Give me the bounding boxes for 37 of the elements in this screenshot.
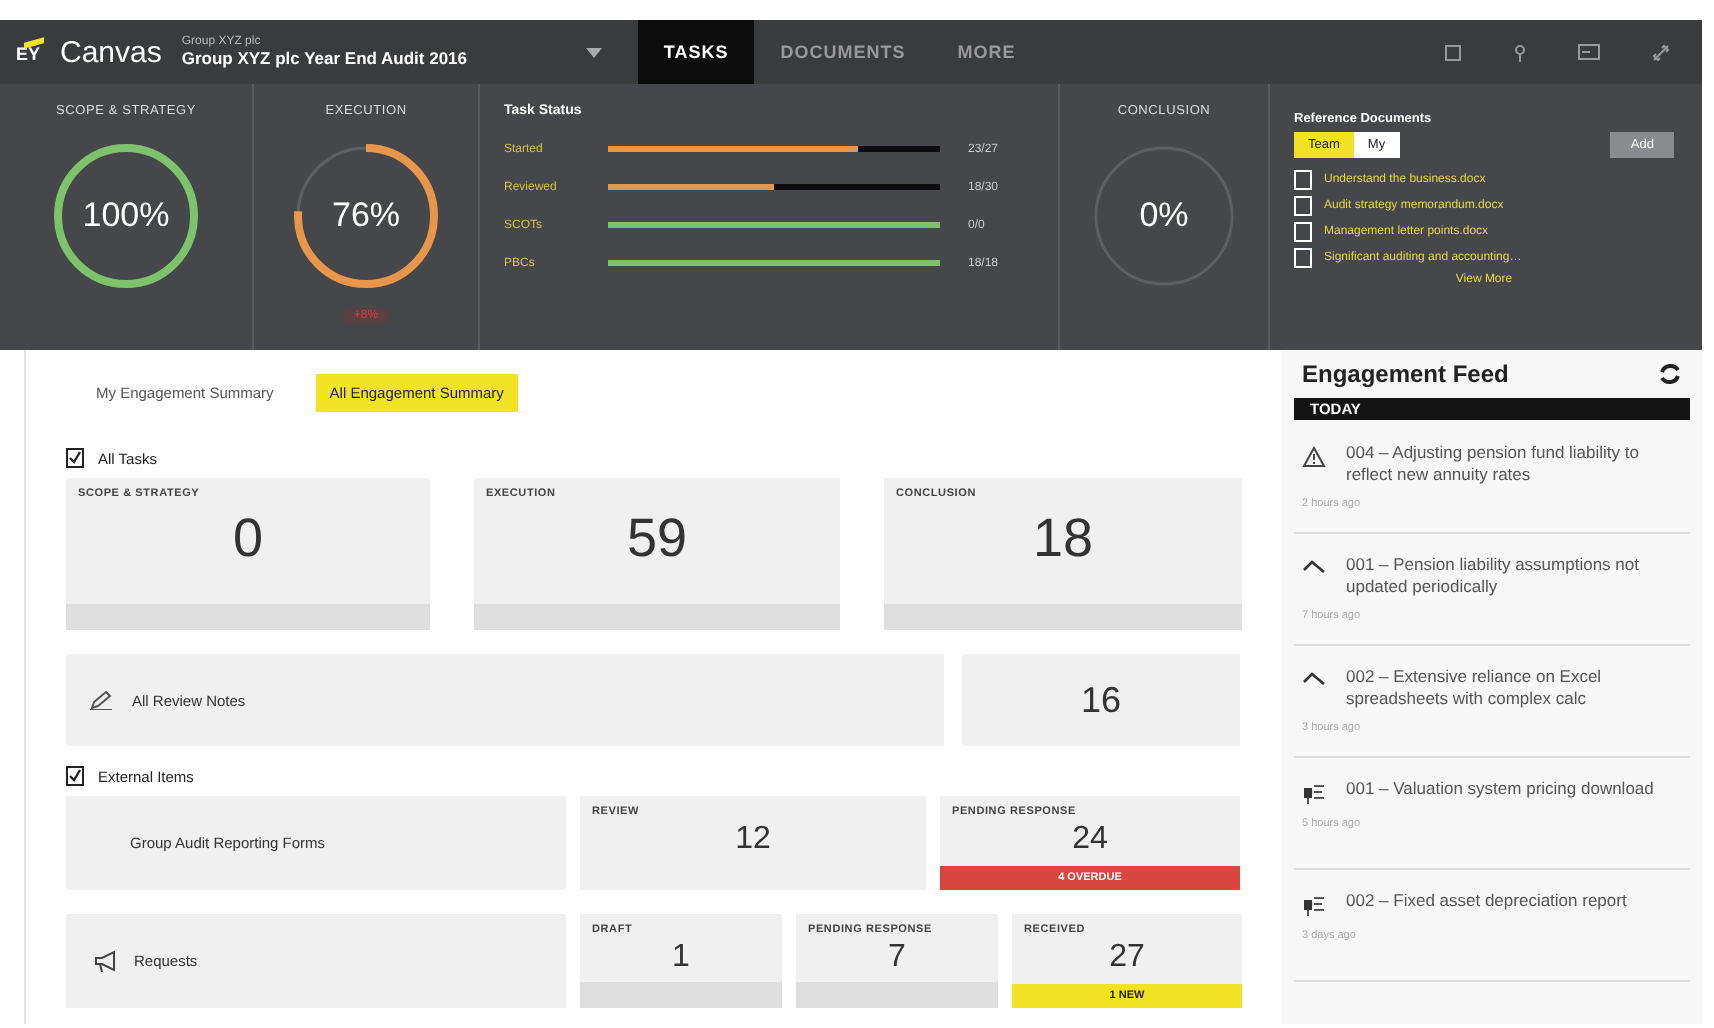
- percent-value: 0%: [1137, 196, 1191, 236]
- percent-value: 76%: [329, 196, 403, 236]
- checkbox[interactable]: [66, 448, 84, 468]
- nav-tab[interactable]: DOCUMENTS: [754, 20, 932, 84]
- link-icon[interactable]: [1652, 43, 1670, 61]
- feed-item-text[interactable]: 001 – Pension liability assumptions not updated periodically: [1346, 554, 1682, 598]
- square-icon[interactable]: [1444, 43, 1462, 61]
- warning-icon: [1302, 446, 1326, 468]
- percent-value: 100%: [80, 196, 172, 236]
- count-value: 0: [230, 506, 266, 572]
- logo: EY: [16, 40, 48, 64]
- feed-item-text[interactable]: 004 – Adjusting pension fund liability to reflect new annuity rates: [1346, 442, 1682, 486]
- app-name: Canvas: [60, 35, 162, 69]
- engagement-title: Group XYZ plc Year End Audit 2016: [181, 48, 470, 68]
- count-value: 12: [733, 820, 773, 858]
- nav-tab[interactable]: MORE: [931, 20, 1042, 84]
- checkbox[interactable]: [66, 766, 84, 786]
- count-value: 7: [886, 938, 908, 976]
- feed-title: Engagement Feed: [1302, 360, 1509, 388]
- feed-item-text[interactable]: 001 – Valuation system pricing download: [1346, 778, 1654, 800]
- count-value: 24: [1070, 820, 1110, 858]
- nav-tab[interactable]: TASKS: [637, 20, 755, 84]
- megaphone-icon: [94, 950, 118, 972]
- count-value: 1: [670, 938, 692, 976]
- refresh-icon[interactable]: [1658, 362, 1682, 386]
- feed-item-text[interactable]: 002 – Fixed asset depreciation report: [1346, 890, 1627, 912]
- count-value: 18: [1030, 506, 1096, 572]
- count-value: 27: [1107, 938, 1147, 976]
- trend-line-icon: [1302, 558, 1326, 574]
- pencil-icon: [90, 690, 112, 710]
- count-value: 16: [962, 654, 1240, 746]
- count-value: 59: [624, 506, 690, 572]
- feed-item-text[interactable]: 002 – Extensive reliance on Excel spreadsheets with complex calc: [1346, 666, 1682, 710]
- trend-line-icon: [1302, 670, 1326, 686]
- pin-icon[interactable]: [1514, 43, 1526, 61]
- dropdown-caret-icon[interactable]: [585, 47, 602, 57]
- card-icon[interactable]: [1578, 43, 1600, 59]
